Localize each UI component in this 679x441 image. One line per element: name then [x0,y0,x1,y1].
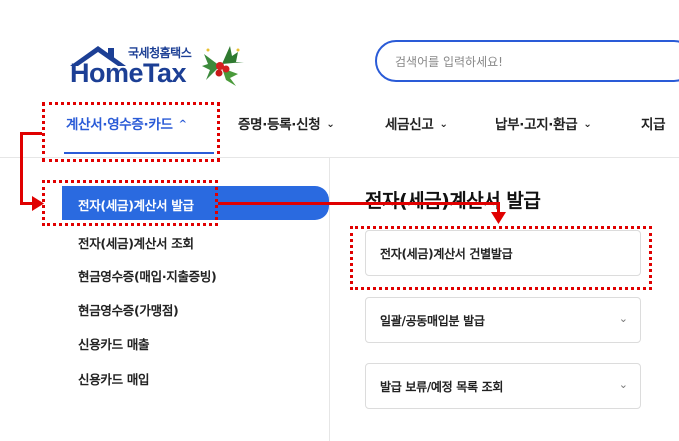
card-bulk-issue[interactable]: 일괄/공동매입분 발급 ⌄ [365,297,641,343]
nav-item-payment-refund[interactable]: 납부·고지·환급 ⌄ [495,113,592,133]
arrow-down-icon [491,212,506,224]
hometax-logo[interactable]: 국세청홈택스 HomeTax [64,40,254,95]
page-title: 전자(세금)계산서 발급 [365,190,541,212]
annotation-box-card [350,226,652,290]
sidebar-item-cash-receipt-merchant[interactable]: 현금영수증(가맹점) [78,300,179,319]
card-label: 일괄/공동매입분 발급 [380,314,485,328]
chevron-down-icon: ⌄ [439,119,448,130]
holly-icon [202,46,244,86]
sidebar-item-credit-card-sales[interactable]: 신용카드 매출 [78,334,150,353]
logo-title: HomeTax [70,58,187,88]
annotation-arrow-segment [20,132,23,204]
sidebar-item-cash-receipt-purchase[interactable]: 현금영수증(매입·지출증빙) [78,266,217,285]
sidebar-divider [329,158,330,441]
nav-item-certificate-registration[interactable]: 증명·등록·신청 ⌄ [238,113,335,133]
annotation-box-sidebar [42,180,218,226]
search-input[interactable] [395,52,655,72]
nav-item-label: 지급 [641,117,666,133]
sidebar-item-credit-card-purchase[interactable]: 신용카드 매입 [78,369,150,388]
arrow-right-icon [32,196,44,211]
chevron-down-icon: ⌄ [618,312,628,325]
chevron-down-icon: ⌄ [618,378,628,391]
nav-item-tax-filing[interactable]: 세금신고 ⌄ [385,113,448,133]
nav-item-payment-statement[interactable]: 지급 [641,113,666,133]
search-box[interactable] [375,40,679,82]
chevron-down-icon: ⌄ [583,119,592,130]
nav-item-label: 납부·고지·환급 [495,117,578,133]
card-label: 발급 보류/예정 목록 조회 [380,380,504,394]
nav-item-label: 세금신고 [385,117,434,133]
chevron-down-icon: ⌄ [326,119,335,130]
sidebar-item-e-invoice-inquiry[interactable]: 전자(세금)계산서 조회 [78,233,194,252]
nav-item-label: 증명·등록·신청 [238,117,321,133]
annotation-arrow-segment [20,132,42,135]
card-pending-list[interactable]: 발급 보류/예정 목록 조회 ⌄ [365,363,641,409]
annotation-box-nav [42,102,220,162]
annotation-arrow-segment [218,202,500,205]
